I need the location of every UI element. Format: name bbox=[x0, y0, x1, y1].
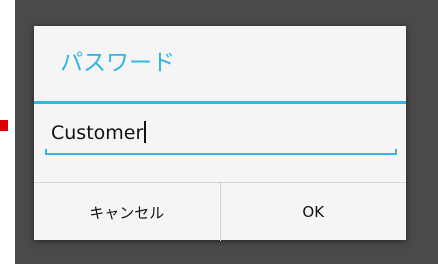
input-underline bbox=[45, 153, 397, 155]
ok-button[interactable]: OK bbox=[219, 183, 407, 241]
dialog-title: パスワード bbox=[60, 50, 175, 76]
text-caret bbox=[144, 121, 147, 143]
password-input-text: Customer bbox=[51, 122, 144, 144]
input-underline-left-tick bbox=[45, 149, 47, 155]
input-underline-right-tick bbox=[395, 149, 397, 155]
password-input-value: Customer bbox=[51, 120, 147, 146]
red-marker bbox=[0, 120, 8, 131]
password-input[interactable]: Customer bbox=[45, 115, 397, 155]
title-divider bbox=[34, 101, 406, 104]
cancel-button[interactable]: キャンセル bbox=[34, 183, 220, 241]
dialog-button-bar: キャンセル OK bbox=[34, 182, 406, 241]
password-dialog: パスワード Customer キャンセル OK bbox=[34, 26, 406, 241]
